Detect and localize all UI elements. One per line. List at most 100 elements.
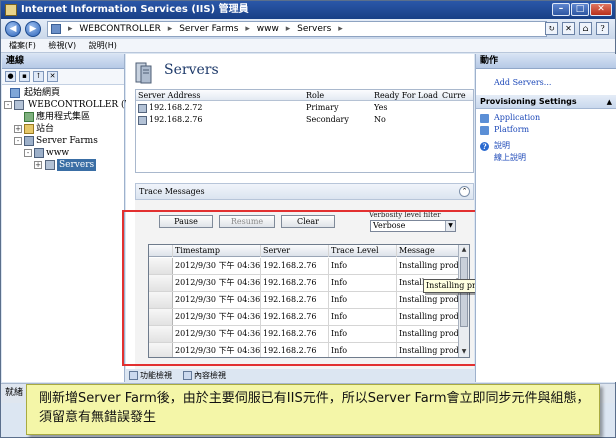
- tree-item-servers[interactable]: + Servers: [2, 159, 124, 171]
- breadcrumb-webcontroller[interactable]: WEBCONTROLLER: [79, 24, 161, 34]
- tree-item-server-farms[interactable]: - Server Farms: [2, 135, 124, 147]
- collapse-icon[interactable]: -: [24, 149, 32, 157]
- ready-cell: No: [374, 115, 386, 124]
- connections-header: 連線: [2, 54, 124, 69]
- column-header-current[interactable]: Curre: [442, 90, 474, 101]
- application-link[interactable]: Application: [476, 112, 616, 124]
- breadcrumb-separator: ▸: [338, 24, 343, 34]
- column-header-role[interactable]: Role: [306, 90, 372, 101]
- address-bar: ◀ ▶ ▸ WEBCONTROLLER ▸ Server Farms ▸ www…: [1, 19, 615, 39]
- home-icon[interactable]: ⌂: [579, 22, 592, 35]
- save-icon[interactable]: ▪: [19, 71, 30, 82]
- window-controls: – □ ✕: [552, 3, 612, 16]
- help-link[interactable]: ? 說明: [476, 140, 616, 152]
- menu-view[interactable]: 檢視(V): [48, 41, 76, 50]
- tree-item-label: 站台: [36, 124, 55, 134]
- trace-messages-header[interactable]: Trace Messages ⌃: [135, 183, 474, 200]
- platform-label: Platform: [494, 125, 530, 134]
- servers-header: Servers: [126, 54, 474, 87]
- up-folder-icon[interactable]: ↑: [33, 71, 44, 82]
- breadcrumb-separator: ▸: [167, 24, 173, 34]
- breadcrumb-server-farms[interactable]: Server Farms: [179, 24, 238, 34]
- expand-icon[interactable]: +: [34, 161, 42, 169]
- start-page-icon: [10, 88, 20, 98]
- tree-item-label: www: [46, 148, 70, 158]
- server-icon: [138, 116, 147, 125]
- content-view-icon: [183, 371, 192, 380]
- back-arrow-icon[interactable]: ◀: [5, 21, 21, 37]
- tab-features-view[interactable]: 功能檢視: [128, 369, 172, 382]
- collapse-icon[interactable]: -: [4, 101, 12, 109]
- menu-bar: 檔案(F) 檢視(V) 說明(H): [1, 39, 615, 53]
- actions-pane: 動作 Add Servers... Provisioning Settings …: [475, 54, 616, 382]
- help-label: 說明: [494, 141, 510, 150]
- add-servers-link[interactable]: Add Servers...: [476, 77, 616, 89]
- minimize-button[interactable]: –: [552, 3, 570, 16]
- breadcrumb-separator: ▸: [285, 24, 291, 34]
- features-view-icon: [129, 371, 138, 380]
- breadcrumb-separator: ▸: [68, 24, 73, 34]
- computer-icon: [51, 24, 61, 34]
- server-icon: [14, 100, 24, 110]
- disconnect-icon[interactable]: ✕: [47, 71, 58, 82]
- menu-file[interactable]: 檔案(F): [9, 41, 36, 50]
- server-farm-icon: [24, 136, 34, 146]
- platform-icon: [480, 126, 489, 135]
- servers-grid-header: Server Address Role Ready For Load ... C…: [136, 90, 473, 101]
- expand-icon[interactable]: +: [14, 125, 22, 133]
- tab-label: 功能檢視: [140, 371, 172, 380]
- servers-icon: [45, 160, 55, 170]
- server-icon: [138, 104, 147, 113]
- table-row[interactable]: 192.168.2.76 Secondary No: [136, 114, 473, 126]
- collapse-chevron-icon[interactable]: ⌃: [459, 186, 470, 197]
- connections-toolbar: ● ▪ ↑ ✕: [2, 69, 124, 85]
- connections-pane: 連線 ● ▪ ↑ ✕ 起始網頁 - WEBCONTROLLER (WE 應用程式…: [2, 54, 140, 382]
- help-icon[interactable]: ?: [596, 22, 609, 35]
- tree-item-label: WEBCONTROLLER (WE: [28, 100, 141, 110]
- tree-item-www[interactable]: - www: [2, 147, 124, 159]
- iis-app-icon: [5, 4, 17, 16]
- app-pool-icon: [24, 112, 34, 122]
- collapse-caret-icon[interactable]: ▲: [607, 95, 612, 109]
- tab-content-view[interactable]: 內容檢視: [182, 369, 226, 382]
- tree-item-start-page[interactable]: 起始網頁: [2, 87, 124, 99]
- breadcrumb-servers[interactable]: Servers: [297, 24, 331, 34]
- breadcrumb[interactable]: ▸ WEBCONTROLLER ▸ Server Farms ▸ www ▸ S…: [47, 21, 547, 37]
- platform-link[interactable]: Platform: [476, 124, 616, 136]
- server-address-cell: 192.168.2.76: [149, 115, 203, 124]
- maximize-button[interactable]: □: [571, 3, 589, 16]
- online-help-link[interactable]: 線上說明: [476, 152, 616, 164]
- connections-tree: 起始網頁 - WEBCONTROLLER (WE 應用程式集區 + 站台 - S…: [2, 85, 140, 171]
- connect-icon[interactable]: ●: [5, 71, 16, 82]
- tree-item-sites[interactable]: + 站台: [2, 123, 124, 135]
- annotation-callout: 剛新增Server Farm後，由於主要伺服已有IIS元件，所以Server F…: [26, 384, 600, 435]
- ready-cell: Yes: [374, 103, 388, 112]
- trace-messages-title: Trace Messages: [139, 187, 205, 196]
- breadcrumb-www[interactable]: www: [257, 24, 279, 34]
- page-title: Servers: [164, 62, 219, 78]
- farm-icon: [34, 148, 44, 158]
- forward-arrow-icon[interactable]: ▶: [25, 21, 41, 37]
- tree-item-app-pools[interactable]: 應用程式集區: [2, 111, 124, 123]
- actions-header: 動作: [476, 54, 616, 69]
- tree-item-label: Server Farms: [36, 136, 98, 146]
- collapse-icon[interactable]: -: [14, 137, 22, 145]
- table-row[interactable]: 192.168.2.72 Primary Yes: [136, 102, 473, 114]
- close-button[interactable]: ✕: [590, 3, 612, 16]
- tree-item-label: Servers: [57, 159, 97, 171]
- role-cell: Primary: [306, 103, 339, 112]
- application-label: Application: [494, 113, 541, 122]
- provisioning-settings-title: Provisioning Settings: [480, 97, 577, 106]
- column-header-ready-for-load[interactable]: Ready For Load ...: [374, 90, 440, 101]
- refresh-icon[interactable]: ↻: [545, 22, 558, 35]
- help-icon: ?: [480, 142, 489, 151]
- server-address-cell: 192.168.2.72: [149, 103, 203, 112]
- tree-item-label: 起始網頁: [24, 88, 61, 98]
- stop-icon[interactable]: ✕: [562, 22, 575, 35]
- column-header-server-address[interactable]: Server Address: [138, 90, 304, 101]
- tree-item-webcontroller[interactable]: - WEBCONTROLLER (WE: [2, 99, 140, 111]
- address-toolbar: ↻ ✕ ⌂ ?: [545, 22, 609, 35]
- status-text: 就緒: [5, 388, 24, 398]
- menu-help[interactable]: 說明(H): [89, 41, 117, 50]
- provisioning-settings-header[interactable]: Provisioning Settings ▲: [476, 95, 616, 109]
